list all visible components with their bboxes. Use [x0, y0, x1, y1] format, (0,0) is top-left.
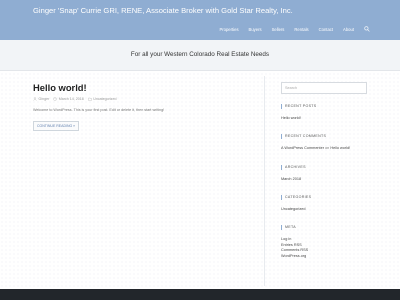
post-author: Ginger	[33, 97, 49, 101]
nav-item-sellers[interactable]: Sellers	[272, 27, 285, 33]
post-excerpt: Welcome to WordPress. This is your first…	[33, 108, 165, 112]
sidebar-divider	[264, 76, 265, 286]
comment-on-text: on	[325, 146, 330, 150]
nav-item-contact[interactable]: Contact	[319, 27, 333, 33]
clock-icon	[53, 97, 57, 101]
archive-link[interactable]: March 2018	[281, 177, 367, 183]
comment-post-link[interactable]: Hello world!	[330, 146, 350, 150]
sidebar-search-input[interactable]	[281, 82, 367, 94]
nav-item-properties[interactable]: Properties	[219, 27, 238, 33]
continue-reading-button[interactable]: CONTINUE READING »	[33, 121, 80, 131]
widget-title-recent-comments: RECENT COMMENTS	[281, 134, 367, 139]
post-date: March 14, 2018	[53, 97, 84, 101]
widget-title-categories: CATEGORIES	[281, 195, 367, 200]
widget-meta: META Log in Entries RSS Comments RSS Wor…	[281, 225, 367, 259]
nav-item-rentals[interactable]: Rentals	[294, 27, 308, 33]
nav-item-about[interactable]: About	[343, 27, 354, 33]
widget-categories: CATEGORIES Uncategorized	[281, 195, 367, 213]
folder-icon	[88, 97, 92, 101]
widget-title-meta: META	[281, 225, 367, 230]
site-footer	[0, 289, 400, 300]
post-title[interactable]: Hello world!	[33, 82, 87, 93]
post-date-text: March 14, 2018	[58, 97, 84, 101]
nav-item-buyers[interactable]: Buyers	[249, 27, 262, 33]
widget-title-recent-posts: RECENT POSTS	[281, 104, 367, 109]
post-category: Uncategorized	[88, 97, 116, 101]
widget-title-archives: ARCHIVES	[281, 165, 367, 170]
comment-author-link[interactable]: A WordPress Commenter	[281, 146, 324, 150]
recent-post-link[interactable]: Hello world!	[281, 116, 367, 122]
site-title[interactable]: Ginger 'Snap' Currie GRI, RENE, Associat…	[33, 6, 293, 15]
widget-archives: ARCHIVES March 2018	[281, 165, 367, 183]
widget-recent-comments: RECENT COMMENTS A WordPress Commenter on…	[281, 134, 367, 152]
search-icon[interactable]	[364, 26, 370, 32]
user-icon	[33, 97, 37, 101]
widget-recent-posts: RECENT POSTS Hello world!	[281, 104, 367, 122]
site-header: Ginger 'Snap' Currie GRI, RENE, Associat…	[0, 0, 400, 40]
post-category-link[interactable]: Uncategorized	[93, 97, 116, 101]
meta-link-wordpress[interactable]: WordPress.org	[281, 254, 367, 260]
post-meta: Ginger March 14, 2018 Uncategorized	[33, 97, 116, 101]
category-link[interactable]: Uncategorized	[281, 207, 367, 213]
site-tagline: For all your Western Colorado Real Estat…	[130, 51, 270, 58]
main-nav: Properties Buyers Sellers Rentals Contac…	[219, 26, 370, 33]
post-author-name[interactable]: Ginger	[39, 97, 50, 101]
tagline-band: For all your Western Colorado Real Estat…	[0, 40, 400, 71]
